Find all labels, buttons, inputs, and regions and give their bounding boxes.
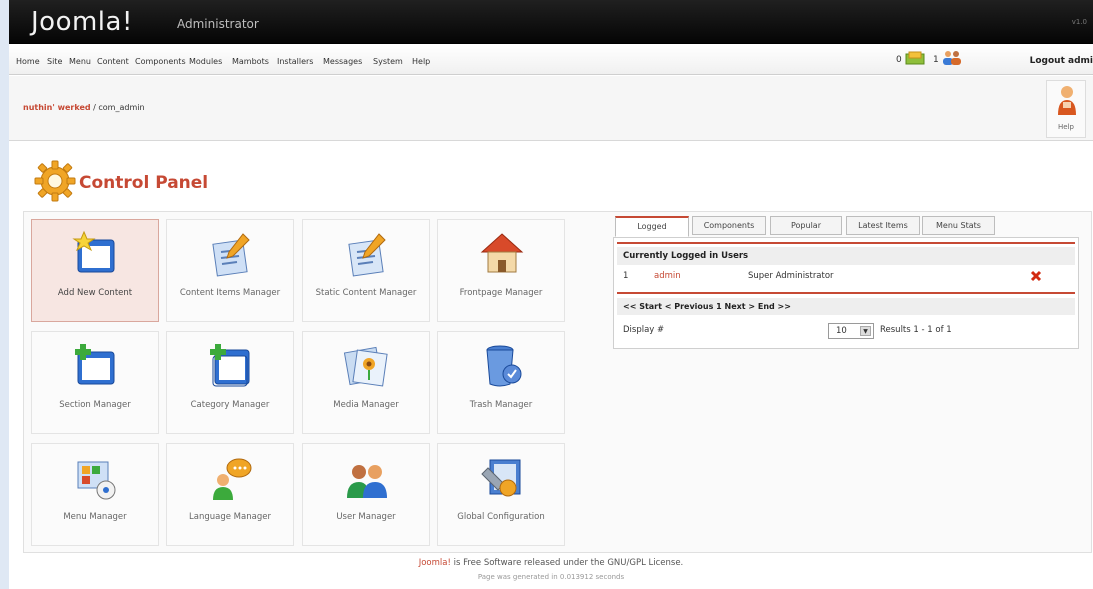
add-content-icon (72, 230, 115, 273)
tile-label: Trash Manager (469, 400, 533, 410)
breadcrumb: nuthin' werked / com_admin (23, 103, 145, 112)
tile-frontpage-manager[interactable]: Frontpage Manager (437, 219, 565, 322)
tile-media-manager[interactable]: Media Manager (302, 331, 430, 434)
users-icon (347, 465, 387, 498)
static-content-icon (348, 233, 386, 277)
pagination[interactable]: << Start < Previous 1 Next > End >> (617, 298, 1075, 315)
menu-installers[interactable]: Installers (277, 57, 313, 66)
row-number: 1 (623, 271, 629, 281)
tile-static-content-manager[interactable]: Static Content Manager (302, 219, 430, 322)
content-items-icon (212, 233, 250, 277)
results-count: Results 1 - 1 of 1 (880, 325, 952, 335)
breadcrumb-page: com_admin (98, 103, 145, 112)
help-label: Help (1058, 123, 1074, 131)
tile-user-manager[interactable]: User Manager (302, 443, 430, 546)
tile-section-manager[interactable]: Section Manager (31, 331, 159, 434)
user-group: Super Administrator (748, 271, 834, 281)
divider (617, 242, 1075, 244)
help-button[interactable]: Help (1046, 80, 1086, 138)
header: Joomla! Administrator v1.0 (9, 0, 1093, 44)
tile-category-manager[interactable]: Category Manager (166, 331, 294, 434)
tile-trash-manager[interactable]: Trash Manager (437, 331, 565, 434)
section-icon (75, 344, 115, 385)
tile-label: Language Manager (189, 512, 271, 522)
logout-link[interactable]: Logout admi (1030, 56, 1093, 66)
category-icon (210, 344, 250, 387)
config-icon (481, 459, 521, 497)
menu-content[interactable]: Content (97, 57, 129, 66)
users-online-icon[interactable] (941, 50, 963, 69)
messages-count: 0 (896, 55, 902, 65)
display-count-select[interactable]: 10 ▼ (828, 323, 874, 339)
tile-menu-manager[interactable]: Menu Manager (31, 443, 159, 546)
menu-components[interactable]: Components (135, 57, 186, 66)
footer-generated: Page was generated in 0.013912 seconds (477, 573, 625, 581)
users-online-count: 1 (933, 55, 939, 65)
chevron-down-icon: ▼ (860, 326, 871, 336)
footer-license: Joomla! is Free Software released under … (418, 558, 684, 568)
language-icon (213, 458, 252, 500)
tile-label: Section Manager (59, 400, 131, 410)
logo-subtitle: Administrator (177, 17, 259, 31)
menu-mambots[interactable]: Mambots (232, 57, 269, 66)
display-label: Display # (623, 325, 665, 335)
page-title: Control Panel (79, 173, 209, 193)
menu-site[interactable]: Site (47, 57, 62, 66)
table-row: 1 admin Super Administrator (617, 268, 1075, 285)
tab-popular[interactable]: Popular (770, 216, 842, 235)
help-person-icon (1058, 86, 1076, 115)
breadcrumb-site[interactable]: nuthin' werked (23, 103, 91, 112)
tile-language-manager[interactable]: Language Manager (166, 443, 294, 546)
joomla-logo: Joomla! (31, 7, 133, 37)
tile-label: User Manager (336, 512, 396, 522)
tile-label: Category Manager (190, 400, 270, 410)
tile-label: Menu Manager (63, 512, 127, 522)
tile-label: Media Manager (333, 400, 399, 410)
menu-messages[interactable]: Messages (323, 57, 362, 66)
tab-components[interactable]: Components (692, 216, 766, 235)
mail-icon[interactable] (904, 51, 926, 68)
breadcrumb-bar: nuthin' werked / com_admin Help (9, 76, 1093, 141)
tile-label: Frontpage Manager (459, 288, 543, 298)
frontpage-home-icon (480, 233, 524, 273)
version-label: v1.0 (1071, 18, 1087, 26)
tile-global-configuration[interactable]: Global Configuration (437, 443, 565, 546)
menu-system[interactable]: System (373, 57, 403, 66)
menu-modules[interactable]: Modules (189, 57, 222, 66)
menu-help[interactable]: Help (412, 57, 430, 66)
trash-icon (486, 345, 522, 387)
tile-content-items-manager[interactable]: Content Items Manager (166, 219, 294, 322)
tile-label: Global Configuration (457, 512, 545, 522)
tile-label: Static Content Manager (315, 288, 417, 298)
user-link[interactable]: admin (654, 271, 681, 281)
tab-menu-stats[interactable]: Menu Stats (922, 216, 995, 235)
logged-users-box: Currently Logged in Users 1 admin Super … (613, 237, 1079, 349)
menu-bar: Home Site Menu Content Components Module… (9, 45, 1093, 75)
divider (617, 292, 1075, 294)
tile-label: Add New Content (57, 288, 133, 298)
display-row: Display # 10 ▼ Results 1 - 1 of 1 (617, 321, 1075, 341)
menu-menu[interactable]: Menu (69, 57, 91, 66)
media-icon (343, 346, 388, 387)
admin-page: Joomla! Administrator v1.0 Home Site Men… (9, 0, 1093, 589)
menu-home[interactable]: Home (16, 57, 40, 66)
tab-latest-items[interactable]: Latest Items (846, 216, 920, 235)
stats-pane: Logged Components Popular Latest Items M… (613, 213, 1081, 349)
logout-user-icon[interactable] (1030, 270, 1042, 282)
tile-add-new-content[interactable]: Add New Content (31, 219, 159, 322)
tab-logged[interactable]: Logged (615, 216, 689, 237)
menu-icon (77, 461, 116, 500)
logged-users-heading: Currently Logged in Users (617, 247, 1075, 265)
control-panel-gear-icon (34, 160, 76, 202)
joomla-link[interactable]: Joomla! (419, 558, 451, 568)
tile-label: Content Items Manager (179, 288, 281, 298)
